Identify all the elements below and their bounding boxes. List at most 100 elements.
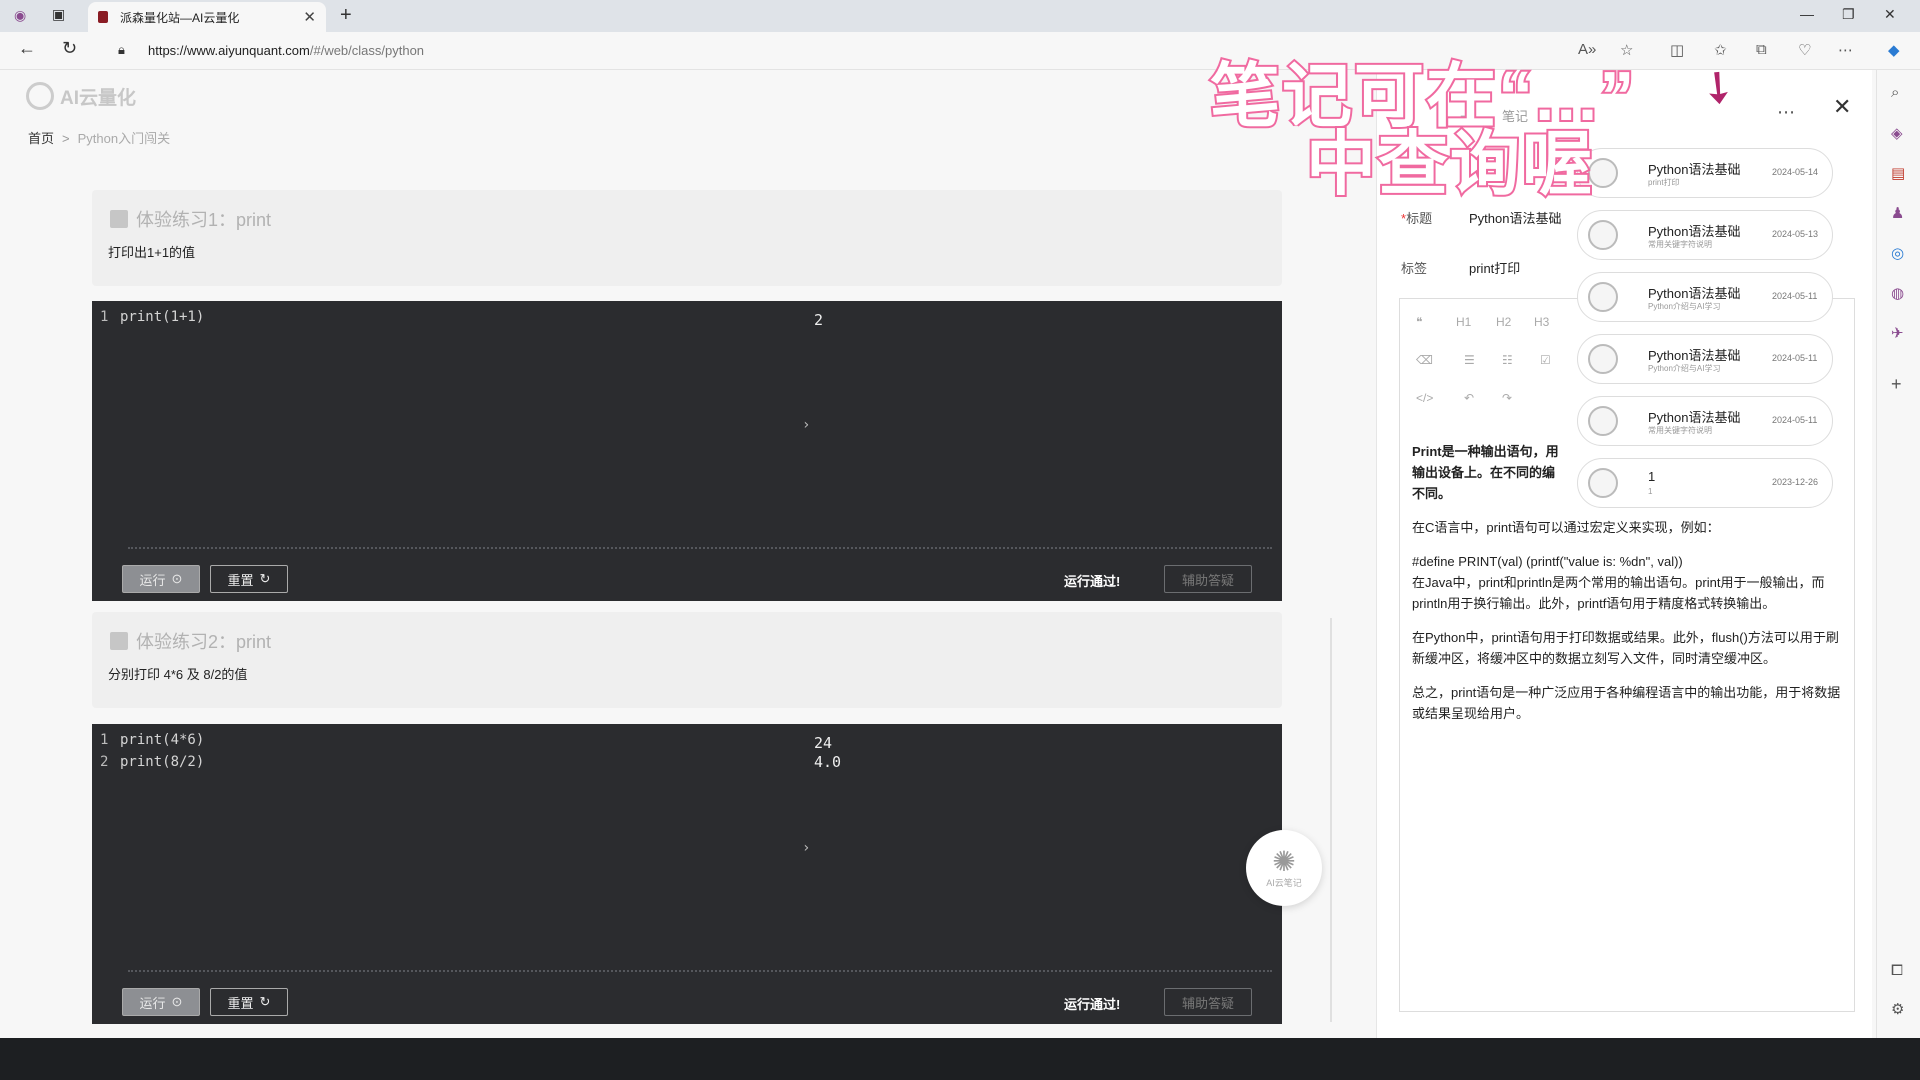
- ai-help-button[interactable]: 辅助答疑: [1164, 988, 1252, 1016]
- shopping-icon[interactable]: ◈: [1891, 124, 1903, 142]
- note-paragraph: Print是一种输出语句，用输出设备上。在不同的编不同。: [1412, 444, 1559, 501]
- redo-icon[interactable]: ↷: [1502, 391, 1512, 405]
- note-paragraph: 在C语言中，print语句可以通过宏定义来实现，例如：: [1412, 520, 1720, 535]
- note-paragraph: 在Java中，print和println是两个常用的输出语句。print用于一般…: [1412, 575, 1825, 611]
- exercise-description: 分别打印 4*6 及 8/2的值: [108, 667, 248, 682]
- add-icon[interactable]: +: [1891, 374, 1902, 395]
- saved-note-item[interactable]: 1 1 2023-12-26: [1577, 458, 1833, 508]
- search-icon[interactable]: ⌕: [1891, 84, 1899, 101]
- undo-icon[interactable]: ↶: [1464, 391, 1474, 405]
- read-aloud-icon[interactable]: A»: [1578, 41, 1596, 58]
- annotation-line: 中查询喔: [1304, 125, 1594, 203]
- saved-note-item[interactable]: Python语法基础 Python介绍与AI学习 2024-05-11: [1577, 334, 1833, 384]
- browser-tab-bar: ◉ ▣ 派森量化站—AI云量化 ✕ + — ❐ ✕: [0, 0, 1920, 32]
- reset-icon: ↻: [259, 994, 271, 1009]
- ai-help-button[interactable]: 辅助答疑: [1164, 565, 1252, 593]
- breadcrumb-current: Python入门闯关: [77, 131, 171, 146]
- code-editor[interactable]: 1 print(4*6) 2 print(8/2) 24 4.0 › 运行 ⊙ 重置 ↻…: [92, 724, 1282, 1024]
- window-close-icon[interactable]: ✕: [1884, 6, 1896, 23]
- exercise-title: 体验练习1：print: [136, 210, 272, 230]
- code-line[interactable]: 1 print(1+1): [100, 309, 204, 325]
- back-icon[interactable]: ←: [18, 38, 36, 59]
- play-icon: ⊙: [171, 994, 183, 1009]
- exercise-icon: [110, 210, 128, 228]
- numbered-list-icon[interactable]: ☷: [1502, 353, 1513, 367]
- code-icon[interactable]: </>: [1416, 391, 1433, 405]
- quote-icon[interactable]: ❝: [1416, 315, 1422, 329]
- outlook-icon[interactable]: ◍: [1891, 284, 1904, 302]
- profile-icon[interactable]: ◉: [14, 7, 26, 24]
- exercise-icon: [110, 632, 128, 650]
- note-paragraph: #define PRINT(val) (printf("value is: %d…: [1412, 554, 1683, 569]
- games-icon[interactable]: ♟: [1891, 204, 1904, 222]
- split-screen-icon[interactable]: ◫: [1670, 41, 1684, 59]
- note-paragraph: 总之，print语句是一种广泛应用于各种编程语言中的输出功能，用于将数据或结果呈…: [1412, 685, 1841, 721]
- logo-text: AI云量化: [60, 87, 137, 109]
- run-button[interactable]: 运行 ⊙: [122, 565, 200, 593]
- annotation-overlay: 笔记可在“...” 中查询喔: [1208, 59, 1636, 203]
- more-menu-icon[interactable]: ⋯: [1838, 41, 1853, 59]
- send-icon[interactable]: ✈: [1891, 324, 1904, 342]
- restore-icon[interactable]: ❐: [1842, 6, 1855, 23]
- code-line[interactable]: 1 print(4*6): [100, 732, 204, 748]
- settings-gear-icon[interactable]: ⚙: [1891, 1000, 1904, 1018]
- note-paragraph: 在Python中，print语句用于打印数据或结果。此外，flush()方法可以…: [1412, 630, 1839, 666]
- checkbox-icon[interactable]: ☑: [1540, 353, 1551, 367]
- tools-icon[interactable]: ▤: [1891, 164, 1905, 182]
- chevron-right-icon: ›: [802, 417, 811, 433]
- title-input[interactable]: Python语法基础: [1469, 208, 1561, 227]
- new-tab-icon[interactable]: +: [340, 4, 352, 27]
- note-avatar-icon: [1588, 282, 1618, 312]
- collections-icon[interactable]: ⧉: [1756, 41, 1767, 58]
- note-avatar-icon: [1588, 344, 1618, 374]
- play-icon: ⊙: [171, 571, 183, 586]
- url-host: https://www.aiyunquant.com: [148, 43, 310, 58]
- reset-button[interactable]: 重置 ↻: [210, 988, 288, 1016]
- saved-note-item[interactable]: Python语法基础 常用关键字符说明 2024-05-11: [1577, 396, 1833, 446]
- url-field[interactable]: https://www.aiyunquant.com/#/web/class/p…: [148, 43, 424, 58]
- run-button[interactable]: 运行 ⊙: [122, 988, 200, 1016]
- pass-status: 运行通过!: [1064, 997, 1121, 1012]
- h3-button[interactable]: H3: [1534, 315, 1549, 329]
- tag-label: 标签: [1401, 261, 1428, 276]
- scrollbar[interactable]: [1330, 618, 1332, 1022]
- note-avatar-icon: [1588, 406, 1618, 436]
- saved-note-item[interactable]: Python语法基础 常用关键字符说明 2024-05-13: [1577, 210, 1833, 260]
- site-logo[interactable]: AI云量化: [26, 82, 136, 110]
- eraser-icon[interactable]: ⌫: [1416, 353, 1433, 367]
- exercise-header: 体验练习1：print 打印出1+1的值: [92, 190, 1282, 286]
- note-avatar-icon: [1588, 220, 1618, 250]
- code-editor[interactable]: 1 print(1+1) 2 › 运行 ⊙ 重置 ↻ 运行通过! 辅助答疑: [92, 301, 1282, 601]
- url-path: /#/web/class/python: [309, 43, 425, 58]
- divider: [128, 547, 1272, 549]
- tab-actions-icon[interactable]: ▣: [52, 6, 65, 23]
- refresh-icon[interactable]: ↻: [62, 38, 77, 59]
- more-dots-icon[interactable]: ⋯: [1777, 102, 1795, 123]
- code-line[interactable]: 2 print(8/2): [100, 754, 204, 770]
- exercise-description: 打印出1+1的值: [108, 245, 196, 260]
- office-icon[interactable]: ◎: [1891, 244, 1904, 262]
- minimize-icon[interactable]: —: [1800, 6, 1814, 22]
- h1-button[interactable]: H1: [1456, 315, 1471, 329]
- close-icon[interactable]: ✕: [1833, 94, 1851, 120]
- notes-panel: ＋ 笔记 ⋯ ✕ *标题 Python语法基础 标签 print打印 ❝ H1 …: [1376, 70, 1872, 1038]
- browser-sidebar: ⌕ ◈ ▤ ♟ ◎ ◍ ✈ + ⧠ ⚙: [1876, 70, 1920, 1038]
- reset-button[interactable]: 重置 ↻: [210, 565, 288, 593]
- site-favicon-icon: [98, 11, 108, 23]
- h2-button[interactable]: H2: [1496, 315, 1511, 329]
- browser-tab[interactable]: 派森量化站—AI云量化 ✕: [88, 2, 326, 32]
- output-line: 24: [814, 734, 833, 752]
- lock-icon[interactable]: 🔒︎: [118, 42, 125, 58]
- copilot-icon[interactable]: ◆: [1888, 41, 1900, 59]
- chevron-right-icon: >: [62, 131, 70, 146]
- extensions-icon[interactable]: ♡: [1798, 41, 1811, 59]
- saved-note-item[interactable]: Python语法基础 Python介绍与AI学习 2024-05-11: [1577, 272, 1833, 322]
- screen-capture-icon[interactable]: ⧠: [1891, 962, 1903, 979]
- tag-input[interactable]: print打印: [1469, 258, 1520, 277]
- ai-notes-fab[interactable]: ✺ AI云笔记: [1246, 830, 1322, 906]
- tab-close-icon[interactable]: ✕: [303, 8, 316, 26]
- output-line: 4.0: [814, 753, 842, 771]
- breadcrumb-home[interactable]: 首页: [28, 131, 54, 146]
- chevron-right-icon: ›: [802, 840, 811, 856]
- bullet-list-icon[interactable]: ☰: [1464, 353, 1475, 367]
